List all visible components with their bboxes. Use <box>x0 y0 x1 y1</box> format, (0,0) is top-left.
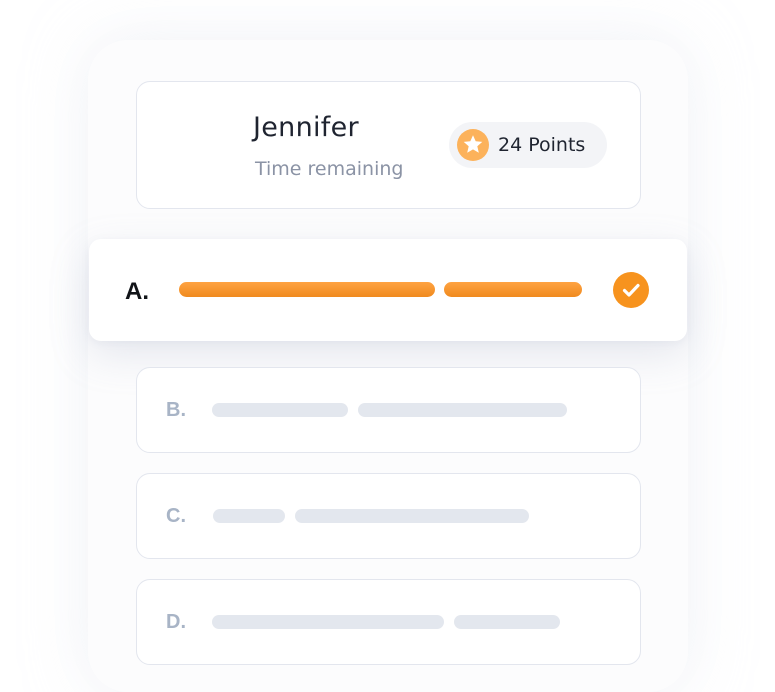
answer-text-placeholder <box>212 403 348 417</box>
answer-text-placeholder <box>295 509 529 523</box>
player-header-card: Jennifer Time remaining 24 Points <box>136 81 641 209</box>
answer-text-placeholder <box>454 615 560 629</box>
answer-option-d[interactable]: D. <box>136 579 641 665</box>
player-name: Jennifer <box>253 112 359 143</box>
answer-text-placeholder <box>212 615 444 629</box>
check-circle-icon <box>613 272 649 308</box>
option-letter-b: B. <box>166 399 186 421</box>
time-remaining-label: Time remaining <box>255 158 404 180</box>
option-letter-d: D. <box>166 611 186 633</box>
answer-option-a[interactable]: A. <box>89 239 687 341</box>
answer-text-bar <box>179 282 435 297</box>
answer-text-placeholder <box>213 509 285 523</box>
answer-option-c[interactable]: C. <box>136 473 641 559</box>
points-badge: 24 Points <box>449 122 607 168</box>
answer-option-b[interactable]: B. <box>136 367 641 453</box>
answer-text-placeholder <box>358 403 567 417</box>
answer-text-bar <box>444 282 582 297</box>
points-value: 24 Points <box>498 134 586 156</box>
option-letter-c: C. <box>166 505 186 527</box>
option-letter-a: A. <box>125 278 149 305</box>
star-icon <box>457 129 489 161</box>
